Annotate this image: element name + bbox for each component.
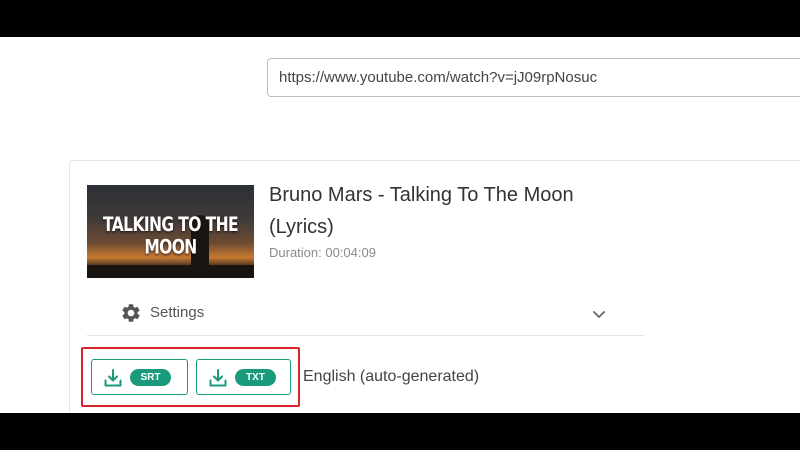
format-badge-srt: SRT <box>130 369 171 386</box>
settings-toggle[interactable]: Settings <box>87 294 644 336</box>
url-input[interactable] <box>267 58 800 97</box>
video-thumbnail: TALKING TO THE MOON <box>87 185 254 278</box>
video-card: TALKING TO THE MOON Bruno Mars - Talking… <box>69 160 800 413</box>
download-icon <box>104 369 122 387</box>
subtitle-language: English (auto-generated) <box>303 368 480 385</box>
settings-label: Settings <box>150 304 205 321</box>
letterbox-bottom <box>0 413 800 450</box>
chevron-down-icon <box>593 311 605 318</box>
download-icon <box>209 369 227 387</box>
download-txt-button[interactable]: TXT <box>196 359 291 395</box>
download-srt-button[interactable]: SRT <box>91 359 188 395</box>
letterbox-top <box>0 0 800 37</box>
format-badge-txt: TXT <box>235 369 276 386</box>
gear-icon <box>122 304 140 322</box>
video-duration: Duration: 00:04:09 <box>269 245 376 260</box>
video-title: Bruno Mars - Talking To The Moon (Lyrics… <box>269 184 574 238</box>
page: TALKING TO THE MOON Bruno Mars - Talking… <box>0 37 800 413</box>
thumbnail-text: TALKING TO THE MOON <box>103 213 239 259</box>
